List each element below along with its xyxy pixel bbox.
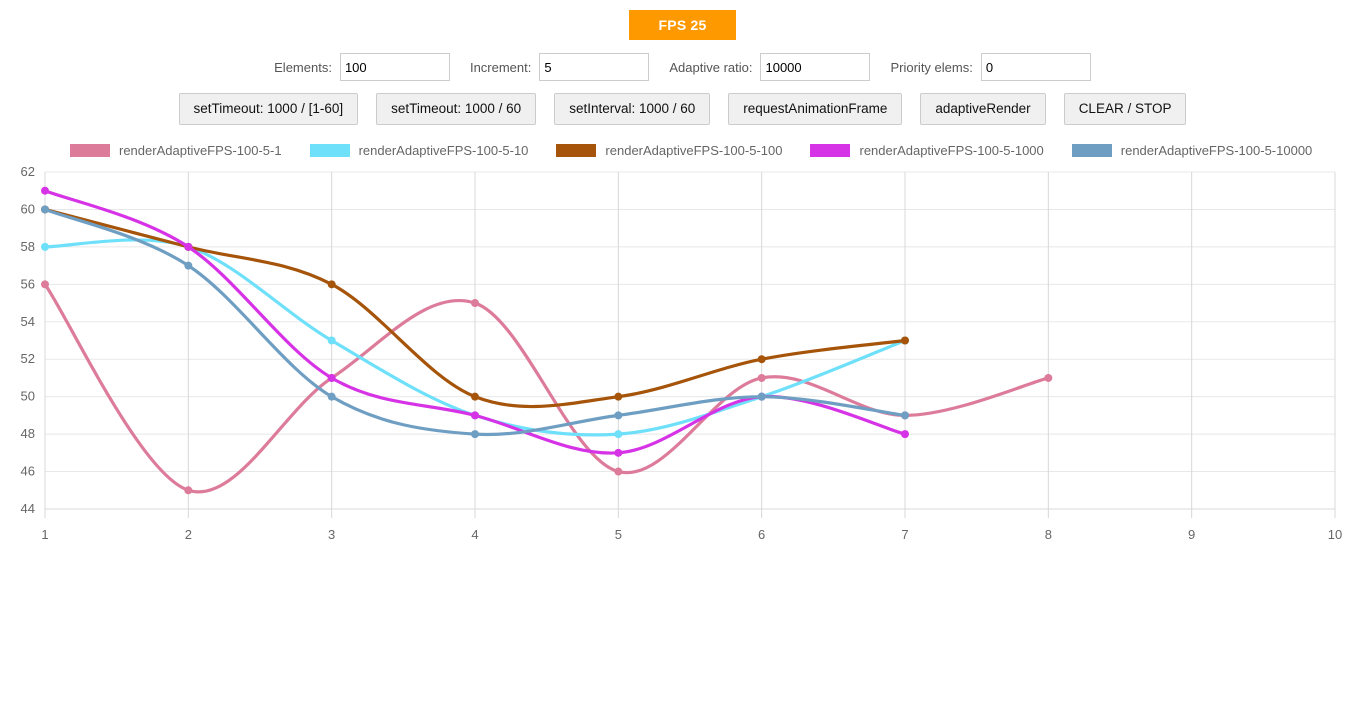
y-axis-tick-label: 60	[21, 201, 35, 216]
series-point[interactable]	[757, 373, 766, 382]
app-root: FPS 25 Elements: Increment: Adaptive rat…	[0, 0, 1365, 702]
legend-label: renderAdaptiveFPS-100-5-1000	[859, 143, 1044, 158]
elements-input[interactable]	[339, 53, 450, 81]
legend-swatch	[1071, 144, 1112, 157]
legend-item[interactable]: renderAdaptiveFPS-100-5-10	[309, 143, 529, 158]
adaptive-ratio-input[interactable]	[760, 53, 871, 81]
legend-item[interactable]: renderAdaptiveFPS-100-5-10000	[1071, 143, 1313, 158]
x-axis-tick-label: 2	[185, 527, 192, 542]
series-point[interactable]	[614, 430, 623, 439]
field-label-priority-elems: Priority elems:	[890, 59, 973, 75]
field-label-elements: Elements:	[274, 59, 332, 75]
series-point[interactable]	[327, 373, 336, 382]
clear-stop-button[interactable]: CLEAR / STOP	[1063, 93, 1187, 125]
series-point[interactable]	[757, 392, 766, 401]
x-axis-tick-label: 9	[1188, 527, 1195, 542]
legend-swatch	[309, 144, 350, 157]
buttons-row: setTimeout: 1000 / [1-60] setTimeout: 10…	[0, 93, 1365, 125]
y-axis-tick-label: 56	[21, 276, 35, 291]
series-point[interactable]	[901, 430, 909, 439]
field-priority-elems: Priority elems:	[890, 53, 1091, 81]
series-point[interactable]	[327, 392, 336, 401]
series-point[interactable]	[41, 242, 49, 251]
field-label-increment: Increment:	[469, 59, 532, 75]
y-axis-tick-label: 58	[21, 239, 35, 254]
x-axis-tick-label: 3	[328, 527, 335, 542]
field-adaptive-ratio: Adaptive ratio:	[669, 53, 871, 81]
y-axis-tick-label: 54	[21, 314, 35, 329]
y-axis-tick-label: 52	[21, 351, 35, 366]
set-interval-60-button[interactable]: setInterval: 1000 / 60	[554, 93, 711, 125]
field-elements: Elements:	[274, 53, 450, 81]
legend-label: renderAdaptiveFPS-100-5-100	[605, 143, 783, 158]
x-axis-tick-label: 4	[471, 527, 478, 542]
legend-item[interactable]: renderAdaptiveFPS-100-5-100	[556, 143, 782, 158]
series-point[interactable]	[614, 467, 623, 476]
legend-swatch	[556, 144, 597, 157]
y-axis-tick-label: 62	[21, 164, 35, 179]
field-increment: Increment:	[469, 53, 650, 81]
series-point[interactable]	[471, 299, 479, 308]
series-point[interactable]	[327, 280, 336, 289]
series-point[interactable]	[41, 186, 49, 195]
adaptive-render-button[interactable]: adaptiveRender	[920, 93, 1046, 125]
request-animation-frame-button[interactable]: requestAnimationFrame	[728, 93, 903, 125]
series-point[interactable]	[471, 430, 479, 439]
legend-item[interactable]: renderAdaptiveFPS-100-5-1	[70, 143, 282, 158]
fps-badge[interactable]: FPS 25	[628, 10, 737, 40]
y-axis-tick-label: 46	[21, 464, 35, 479]
series-point[interactable]	[41, 280, 49, 289]
series-point[interactable]	[184, 261, 193, 270]
fps-line-chart: 444648505254565860621 2 3 4 5 6 7 8 9 10	[21, 164, 1343, 542]
series-point[interactable]	[614, 448, 623, 457]
series-point[interactable]	[614, 411, 623, 420]
legend-label: renderAdaptiveFPS-100-5-10000	[1120, 143, 1313, 158]
legend-item[interactable]: renderAdaptiveFPS-100-5-1000	[810, 143, 1044, 158]
legend-swatch	[810, 144, 851, 157]
legend-label: renderAdaptiveFPS-100-5-10	[358, 143, 529, 158]
x-axis-tick-label: 1	[41, 527, 48, 542]
x-axis-tick-label: 8	[1045, 527, 1052, 542]
series-point[interactable]	[471, 411, 479, 420]
series-point[interactable]	[184, 242, 193, 251]
series-point[interactable]	[1044, 373, 1053, 382]
series-point[interactable]	[901, 336, 909, 345]
series-point[interactable]	[471, 392, 479, 401]
set-timeout-range-button[interactable]: setTimeout: 1000 / [1-60]	[178, 93, 359, 125]
x-axis-tick-label: 10	[1328, 527, 1342, 542]
x-axis-tick-label: 7	[901, 527, 908, 542]
x-axis-tick-label: 6	[758, 527, 765, 542]
series-point[interactable]	[614, 392, 623, 401]
series-point[interactable]	[327, 336, 336, 345]
legend-label: renderAdaptiveFPS-100-5-1	[119, 143, 282, 158]
x-axis-tick-label: 5	[615, 527, 622, 542]
chart-area: 44 46 48 50 52 54 56 58 60 62 1 2 3 4 5 6 7 8 9 10	[0, 164, 1365, 564]
series-point[interactable]	[184, 486, 193, 495]
series-line	[43, 282, 1050, 494]
increment-input[interactable]	[539, 53, 650, 81]
y-axis-tick-label: 44	[21, 501, 35, 516]
set-timeout-60-button[interactable]: setTimeout: 1000 / 60	[376, 93, 537, 125]
field-label-adaptive-ratio: Adaptive ratio:	[669, 59, 753, 75]
chart-legend: renderAdaptiveFPS-100-5-1 renderAdaptiveF…	[0, 143, 1365, 158]
y-axis-tick-label: 50	[21, 389, 35, 404]
fps-badge-row: FPS 25	[0, 0, 1365, 40]
series-point[interactable]	[41, 205, 49, 214]
legend-swatch	[70, 144, 110, 157]
priority-elems-input[interactable]	[980, 53, 1091, 81]
series-point[interactable]	[757, 355, 766, 364]
series-point[interactable]	[901, 411, 909, 420]
y-axis-tick-label: 48	[21, 426, 35, 441]
controls-row: Elements: Increment: Adaptive ratio: Pri…	[0, 53, 1365, 81]
